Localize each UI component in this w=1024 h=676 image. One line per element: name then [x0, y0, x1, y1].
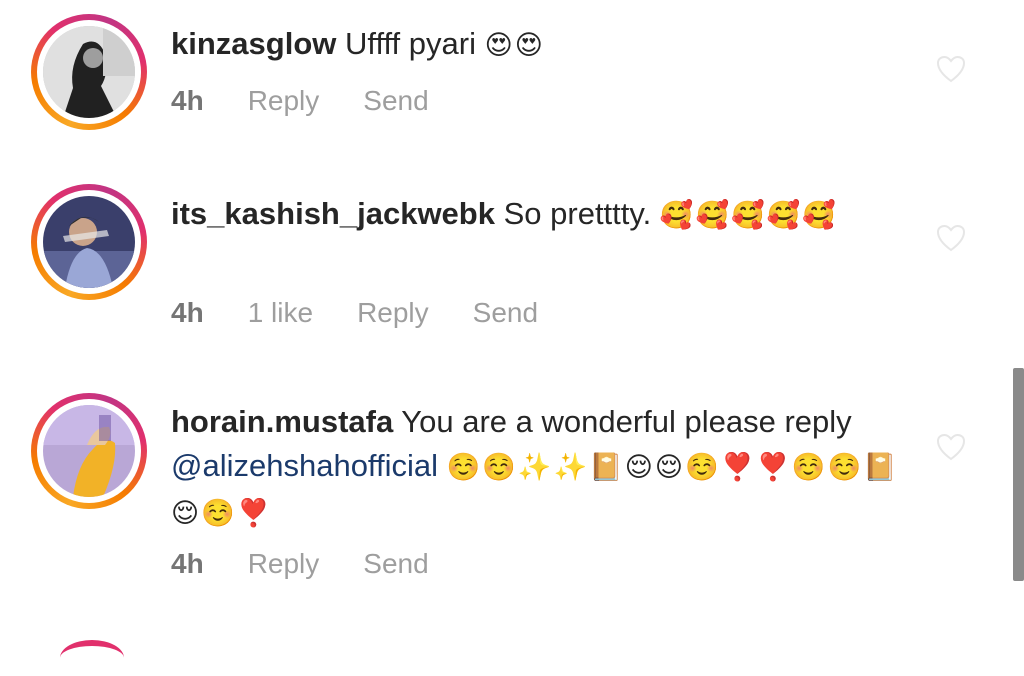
comment-text: horain.mustafa You are a wonderful pleas…: [171, 400, 911, 536]
heart-outline-icon[interactable]: [936, 224, 966, 252]
comment-username[interactable]: horain.mustafa: [171, 404, 393, 439]
comment-username[interactable]: its_kashish_jackwebk: [171, 196, 495, 231]
send-button[interactable]: Send: [363, 85, 428, 117]
comment-time: 4h: [171, 85, 204, 116]
comment-item: horain.mustafa You are a wonderful pleas…: [0, 380, 1010, 610]
comment-meta: 4h Reply Send: [171, 85, 473, 117]
comment-time: 4h: [171, 297, 204, 328]
comment-mention-link[interactable]: @alizehshahofficial: [171, 448, 438, 483]
comment-time: 4h: [171, 548, 204, 579]
comment-item: kinzasglow Uffff pyari 😍😍 4h Reply Send: [0, 0, 1010, 160]
reply-button[interactable]: Reply: [248, 85, 320, 117]
comment-item: its_kashish_jackwebk So pretttty. 🥰🥰🥰🥰🥰 …: [0, 170, 1010, 350]
comment-body: You are a wonderful please reply: [401, 404, 852, 439]
send-button[interactable]: Send: [363, 548, 428, 580]
comment-meta: 4h 1 like Reply Send: [171, 297, 582, 329]
comment-text: kinzasglow Uffff pyari 😍😍: [171, 22, 911, 68]
comment-emoji: 🥰🥰🥰🥰🥰: [659, 200, 838, 231]
send-button[interactable]: Send: [473, 297, 538, 329]
avatar[interactable]: [31, 14, 147, 130]
avatar[interactable]: [31, 184, 147, 300]
avatar[interactable]: [60, 640, 124, 676]
comment-body: Uffff pyari: [345, 26, 476, 61]
like-count[interactable]: 1 like: [248, 297, 313, 329]
avatar[interactable]: [31, 393, 147, 509]
comment-text: its_kashish_jackwebk So pretttty. 🥰🥰🥰🥰🥰: [171, 192, 911, 238]
heart-outline-icon[interactable]: [936, 433, 966, 461]
scrollbar[interactable]: [1013, 368, 1024, 581]
comment-username[interactable]: kinzasglow: [171, 26, 336, 61]
reply-button[interactable]: Reply: [357, 297, 429, 329]
comment-emoji: 😍😍: [484, 30, 545, 61]
comment-body: So pretttty.: [503, 196, 652, 231]
comment-meta: 4h Reply Send: [171, 548, 473, 580]
reply-button[interactable]: Reply: [248, 548, 320, 580]
heart-outline-icon[interactable]: [936, 55, 966, 83]
